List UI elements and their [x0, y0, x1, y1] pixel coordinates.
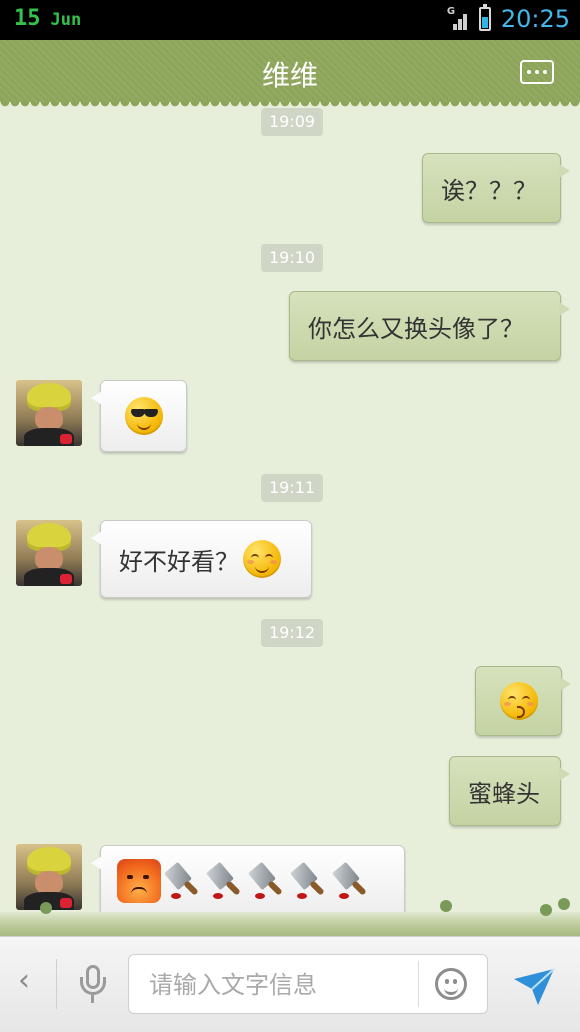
outgoing-message[interactable]: 蜜蜂头	[449, 756, 570, 826]
network-type: G	[446, 6, 456, 17]
send-arrow-icon[interactable]	[512, 963, 556, 1007]
message-text: 蜜蜂头	[468, 779, 540, 808]
input-bar: ‹	[0, 936, 580, 1032]
avatar[interactable]	[16, 380, 82, 446]
status-bar: 15 Jun G 20:25	[0, 0, 580, 40]
divider	[56, 959, 57, 1009]
divider	[418, 961, 419, 1007]
incoming-message[interactable]: 好不好看？	[91, 520, 312, 598]
message-text: 好不好看？	[119, 547, 239, 576]
message-text: 诶？？？	[441, 176, 537, 205]
incoming-message[interactable]	[91, 845, 405, 917]
message-text: 你怎么又换头像了？	[308, 314, 524, 343]
microphone-icon[interactable]	[78, 965, 108, 1005]
status-date: 15 Jun	[14, 6, 81, 31]
chat-title: 维维	[261, 59, 318, 92]
tree-decoration	[540, 904, 552, 916]
shy-smile-emoji-icon	[243, 540, 281, 578]
message-input[interactable]	[147, 965, 421, 1005]
status-month: Jun	[50, 10, 82, 30]
status-time: 20:25	[500, 5, 570, 33]
smiley-icon[interactable]	[435, 968, 467, 1000]
timestamp: 19:10	[261, 244, 324, 272]
chevron-left-icon[interactable]: ‹	[18, 963, 30, 998]
bloody-cleaver-emoji-icon	[205, 859, 245, 903]
kiss-emoji-icon	[499, 682, 538, 720]
status-indicators: G 20:25	[446, 4, 570, 33]
angry-fire-emoji-icon	[117, 859, 161, 903]
avatar[interactable]	[16, 520, 82, 586]
outgoing-message[interactable]	[475, 666, 571, 736]
status-day: 15	[14, 6, 41, 31]
incoming-message[interactable]	[91, 380, 187, 452]
outgoing-message[interactable]: 你怎么又换头像了？	[289, 291, 570, 361]
signal-icon: G	[446, 6, 469, 30]
timestamp: 19:12	[261, 619, 324, 647]
tree-decoration	[440, 900, 452, 912]
avatar[interactable]	[16, 844, 82, 910]
bloody-cleaver-emoji-icon	[247, 859, 287, 903]
chat-header: 维维	[0, 40, 580, 108]
bloody-cleaver-emoji-icon	[289, 859, 329, 903]
battery-icon	[478, 4, 491, 31]
tree-decoration	[40, 902, 52, 914]
bloody-cleaver-emoji-icon	[163, 859, 203, 903]
outgoing-message[interactable]: 诶？？？	[422, 153, 570, 223]
cool-sunglasses-emoji-icon	[124, 397, 163, 435]
more-dots-icon[interactable]	[520, 60, 554, 84]
bloody-cleaver-emoji-icon	[331, 859, 371, 903]
timestamp: 19:11	[261, 474, 324, 502]
background-scenery	[0, 898, 580, 936]
timestamp: 19:09	[261, 108, 324, 136]
message-input-box[interactable]	[128, 954, 488, 1014]
tree-decoration	[558, 898, 570, 910]
